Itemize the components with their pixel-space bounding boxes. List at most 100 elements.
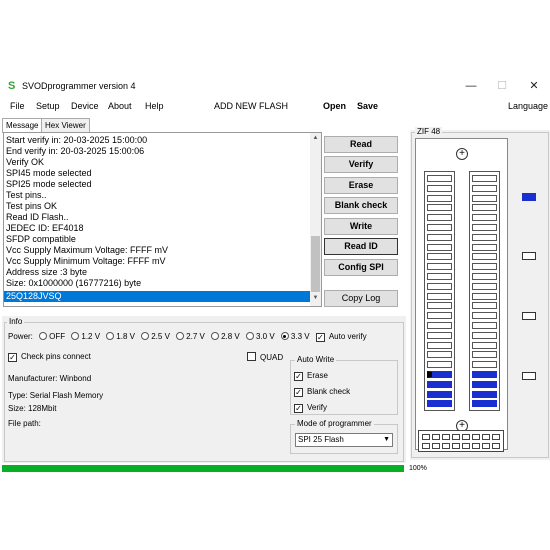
zif-pin [472,390,497,398]
menu-bar: File Setup Device About Help ADD NEW FLA… [0,98,550,116]
zif-label: ZIF 48 [415,127,443,136]
empty-checkbox-icon [247,352,256,361]
zif-pin [472,175,497,182]
auto-write-erase-checkbox[interactable]: ✓ Erase [294,371,328,381]
blank-check-button[interactable]: Blank check [324,197,398,214]
menu-save[interactable]: Save [357,101,378,111]
radio-icon [39,332,48,340]
verify-button[interactable]: Verify [324,156,398,173]
mode-value: SPI 25 Flash [298,435,344,444]
message-log[interactable]: Start verify in: 20-03-2025 15:00:00 End… [3,132,322,307]
power-option-3v3[interactable]: 3.3 V [277,332,310,341]
zif-pin [427,331,452,339]
zif-pin [472,380,497,388]
quad-checkbox[interactable]: QUAD [247,352,283,362]
menu-language[interactable]: Language [508,101,548,111]
zif-pin [472,273,497,280]
checkmark-icon: ✓ [294,404,303,413]
zif-pin [427,263,452,271]
scroll-thumb[interactable] [311,236,320,292]
title-bar: S SVODprogrammer version 4 — ☐ ✕ [0,76,550,98]
read-button[interactable]: Read [324,136,398,153]
maximize-button[interactable]: ☐ [490,78,514,94]
menu-file[interactable]: File [10,101,25,111]
zif-socket: + + [415,138,508,450]
log-line: Start verify in: 20-03-2025 15:00:00 [6,135,148,145]
check-pins-checkbox[interactable]: ✓ Check pins connect [8,352,91,362]
zif-pin [427,390,452,398]
window-title: SVODprogrammer version 4 [22,81,136,91]
minimize-button[interactable]: — [459,78,483,94]
info-panel: Info Power: OFF 1.2 V 1.8 V 2.5 V 2.7 V … [2,316,406,463]
zif-panel: ZIF 48 + + [410,127,550,460]
zif-pin [472,263,497,271]
connector-pin [452,434,460,440]
zif-pin [427,371,452,378]
zif-pin [427,380,452,388]
radio-icon [211,332,220,340]
scroll-up-icon[interactable]: ▲ [310,133,321,143]
log-line: SPI45 mode selected [6,168,92,178]
screw-icon: + [456,148,468,160]
connector-pin [472,443,480,449]
info-group-label: Info [7,317,25,326]
log-line: End verify in: 20-03-2025 15:00:06 [6,146,145,156]
power-label: Power: [8,332,33,341]
menu-add-new-flash[interactable]: ADD NEW FLASH [214,101,288,111]
file-path-label: File path: [8,419,41,428]
connector-pin [492,434,500,440]
indicator [522,372,536,380]
power-option-2v7[interactable]: 2.7 V [172,332,205,341]
power-option-2v8[interactable]: 2.8 V [207,332,240,341]
close-button[interactable]: ✕ [522,78,546,94]
auto-write-verify-checkbox[interactable]: ✓ Verify [294,403,327,413]
log-scrollbar[interactable]: ▲ ▼ [310,133,321,306]
menu-device[interactable]: Device [71,101,99,111]
zif-pin [427,302,452,310]
type-label: Type: Serial Flash Memory [8,391,104,400]
zif-pin [427,194,452,202]
auto-verify-checkbox[interactable]: ✓ Auto verify [315,332,367,342]
checkmark-icon: ✓ [294,372,303,381]
connector-pin [472,434,480,440]
connector-pin [482,443,490,449]
zif-pin [427,224,452,231]
tab-hex-viewer[interactable]: Hex Viewer [41,118,90,132]
log-line: SFDP compatible [6,234,76,244]
zif-pin [472,331,497,339]
zif-left-column [424,171,455,411]
manufacturer-label: Manufacturer: Winbond [8,374,92,383]
power-option-1v8[interactable]: 1.8 V [102,332,135,341]
menu-about[interactable]: About [108,101,132,111]
zif-pin [427,312,452,320]
zif-pin [472,322,497,329]
zif-pin [472,224,497,231]
log-line-selected[interactable]: 25Q128JVSQ [4,291,311,302]
log-line: Vcc Supply Maximum Voltage: FFFF mV [6,245,169,255]
read-id-button[interactable]: Read ID [324,238,398,255]
scroll-down-icon[interactable]: ▼ [310,293,321,303]
menu-setup[interactable]: Setup [36,101,60,111]
auto-write-blank-check-checkbox[interactable]: ✓ Blank check [294,387,350,397]
config-spi-button[interactable]: Config SPI [324,259,398,276]
zif-pin [472,204,497,212]
power-option-2v5[interactable]: 2.5 V [137,332,170,341]
power-option-1v2[interactable]: 1.2 V [67,332,100,341]
zif-pin [427,400,452,408]
erase-button[interactable]: Erase [324,177,398,194]
zif-pin [427,282,452,290]
zif-pin [472,253,497,261]
menu-open[interactable]: Open [323,101,346,111]
power-option-3v0[interactable]: 3.0 V [242,332,275,341]
log-line: Address size :3 byte [6,267,88,277]
copy-log-button[interactable]: Copy Log [324,290,398,307]
zif-right-column [469,171,500,411]
power-option-off[interactable]: OFF [35,332,65,341]
zif-pin [472,194,497,202]
mode-select[interactable]: SPI 25 Flash ▼ [295,433,393,447]
write-button[interactable]: Write [324,218,398,235]
tab-message[interactable]: Message [2,118,43,133]
menu-help[interactable]: Help [145,101,164,111]
log-line: JEDEC ID: EF4018 [6,223,84,233]
radio-selected-icon [280,332,289,340]
